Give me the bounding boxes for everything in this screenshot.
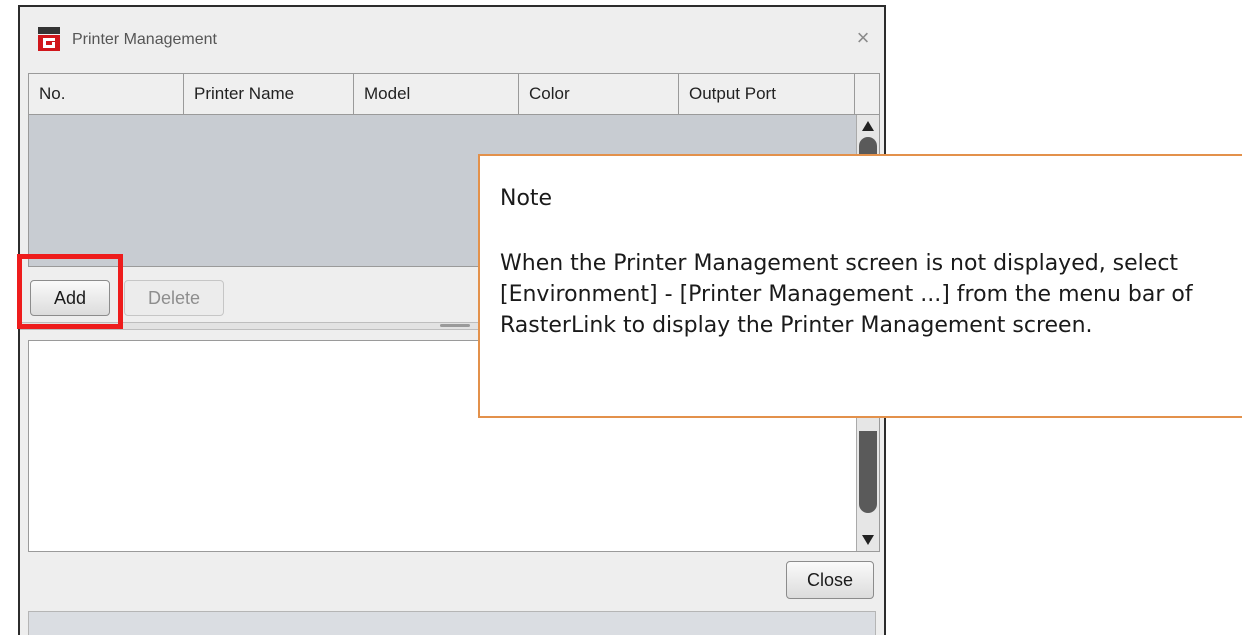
close-icon[interactable]: × [852,27,874,49]
column-header-no[interactable]: No. [29,74,184,114]
status-bar [28,611,876,635]
column-header-printer-name[interactable]: Printer Name [184,74,354,114]
column-header-color[interactable]: Color [519,74,679,114]
column-header-model[interactable]: Model [354,74,519,114]
table-header: No. Printer Name Model Color Output Port [29,74,879,115]
title-bar: Printer Management × [20,7,884,69]
note-body: When the Printer Management screen is no… [500,251,1193,338]
delete-button[interactable]: Delete [124,280,224,316]
column-header-output-port[interactable]: Output Port [679,74,855,114]
arrow-down-icon[interactable] [862,535,874,545]
close-button[interactable]: Close [786,561,874,599]
stage: Printer Management × No. Printer Name Mo… [0,0,1242,635]
window-title: Printer Management [72,31,217,48]
table-header-corner [855,74,879,114]
splitter-grip[interactable] [440,324,470,327]
app-icon [38,27,60,51]
add-button-highlight [17,254,123,329]
arrow-up-icon[interactable] [862,121,874,131]
note-title: Note [500,186,553,211]
scrollbar-thumb[interactable] [859,431,877,513]
note-callout: Note When the Printer Management screen … [478,154,1242,418]
